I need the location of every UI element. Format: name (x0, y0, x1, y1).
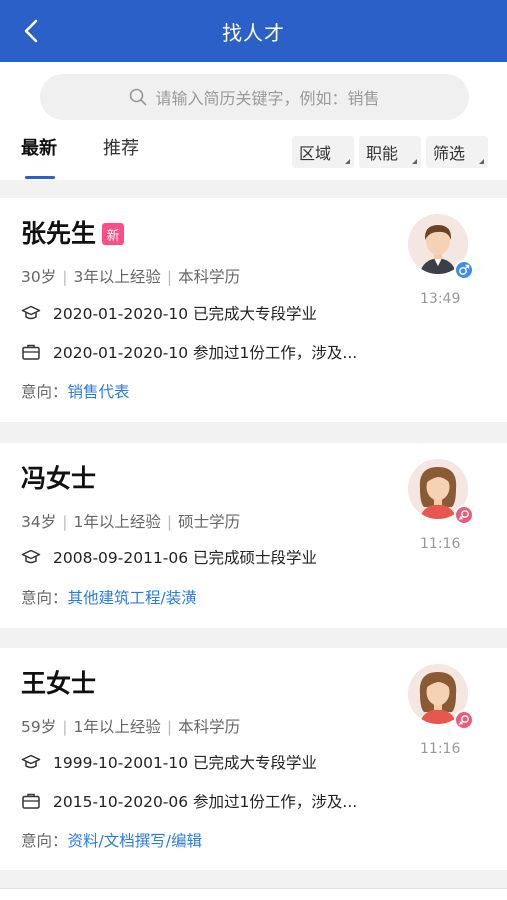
candidate-degree: 本科学历 (178, 718, 241, 736)
candidate-meta: 34岁 | 1年以上经验 | 硕士学历 (21, 513, 241, 531)
education-row: 2008-09-2011-06 已完成硕士段学业 (21, 546, 317, 568)
bottom-nav-bar (0, 888, 507, 900)
candidate-experience: 3年以上经验 (73, 268, 161, 286)
new-badge: 新 (102, 223, 124, 245)
candidate-age: 30岁 (21, 268, 57, 286)
candidate-card[interactable]: 冯女士 34岁 | 1年以上经验 | 硕士学历 2008-09-2011-06 已完成硕… (0, 443, 507, 628)
candidate-meta: 59岁 | 1年以上经验 | 本科学历 (21, 718, 241, 736)
avatar (408, 214, 474, 280)
graduation-cap-icon (21, 303, 41, 323)
candidate-experience: 1年以上经验 (73, 718, 161, 736)
avatar (408, 664, 474, 730)
intent-row: 意向：其他建筑工程/装潢 (21, 586, 197, 608)
intent-label: 意向： (21, 832, 68, 850)
candidate-card[interactable]: 王女士 59岁 | 1年以上经验 | 本科学历 1999-10-2001-10 已完成大… (0, 648, 507, 870)
filter-function-label: 职能 (366, 144, 399, 163)
intent-value[interactable]: 其他建筑工程/装潢 (68, 589, 197, 607)
page-title: 找人才 (222, 20, 285, 45)
avatar (408, 459, 474, 525)
filter-more[interactable]: 筛选 (426, 136, 488, 168)
briefcase-icon (21, 342, 41, 362)
candidate-name: 张先生 (21, 219, 97, 248)
intent-row: 意向：销售代表 (21, 380, 130, 402)
intent-label: 意向： (21, 589, 68, 607)
candidate-name: 冯女士 (21, 464, 97, 493)
dropdown-triangle-icon (479, 159, 484, 164)
candidate-degree: 硕士学历 (178, 513, 241, 531)
intent-row: 意向：资料/文档撰写/编辑 (21, 829, 202, 851)
candidate-age: 34岁 (21, 513, 57, 531)
work-row: 2015-10-2020-06 参加过1份工作，涉及... (21, 790, 357, 812)
app-header: 找人才 (0, 0, 507, 62)
education-text: 1999-10-2001-10 已完成大专段学业 (53, 754, 318, 772)
filter-region[interactable]: 区域 (292, 136, 354, 168)
work-row: 2020-01-2020-10 参加过1份工作，涉及... (21, 341, 357, 363)
graduation-cap-icon (21, 752, 41, 772)
candidate-meta: 30岁 | 3年以上经验 | 本科学历 (21, 268, 241, 286)
filter-function[interactable]: 职能 (359, 136, 421, 168)
education-row: 2020-01-2020-10 已完成大专段学业 (21, 302, 317, 324)
tab-bar: 最新 推荐 区域 职能 筛选 (0, 134, 507, 180)
dropdown-triangle-icon (345, 159, 350, 164)
candidate-name: 王女士 (21, 669, 97, 698)
candidate-degree: 本科学历 (178, 268, 241, 286)
update-time: 13:49 (420, 291, 461, 307)
work-text: 2020-01-2020-10 参加过1份工作，涉及... (53, 344, 358, 362)
update-time: 11:16 (420, 741, 461, 757)
back-arrow-icon[interactable] (18, 17, 46, 45)
filter-region-label: 区域 (299, 144, 332, 163)
intent-value[interactable]: 销售代表 (68, 383, 130, 401)
active-tab-indicator (25, 176, 55, 179)
search-input[interactable]: 请输入简历关键字，例如：销售 (40, 74, 469, 120)
male-gender-icon (454, 260, 474, 280)
intent-value[interactable]: 资料/文档撰写/编辑 (68, 832, 202, 850)
tab-latest[interactable]: 最新 (21, 134, 57, 160)
briefcase-icon (21, 791, 41, 811)
female-gender-icon (454, 710, 474, 730)
dropdown-triangle-icon (412, 159, 417, 164)
education-text: 2008-09-2011-06 已完成硕士段学业 (53, 549, 318, 567)
female-gender-icon (454, 505, 474, 525)
intent-label: 意向： (21, 383, 68, 401)
candidate-card[interactable]: 张先生 新 30岁 | 3年以上经验 | 本科学历 2020-01-2020-10 已完… (0, 198, 507, 422)
top-panel: 请输入简历关键字，例如：销售 最新 推荐 区域 职能 筛选 (0, 62, 507, 180)
tab-recommended[interactable]: 推荐 (103, 134, 139, 160)
search-icon (130, 88, 147, 106)
filter-more-label: 筛选 (433, 144, 466, 163)
education-row: 1999-10-2001-10 已完成大专段学业 (21, 751, 317, 773)
search-placeholder: 请输入简历关键字，例如：销售 (155, 89, 380, 108)
candidate-experience: 1年以上经验 (73, 513, 161, 531)
work-text: 2015-10-2020-06 参加过1份工作，涉及... (53, 793, 358, 811)
update-time: 11:16 (420, 536, 461, 552)
education-text: 2020-01-2020-10 已完成大专段学业 (53, 305, 318, 323)
candidate-age: 59岁 (21, 718, 57, 736)
graduation-cap-icon (21, 547, 41, 567)
